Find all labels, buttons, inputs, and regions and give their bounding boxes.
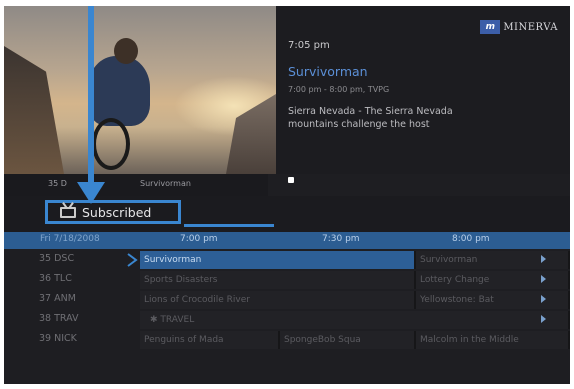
program-cell[interactable]: Survivorman	[416, 251, 570, 269]
pier-left	[4, 46, 64, 174]
mini-program-name: Survivorman	[140, 179, 191, 188]
channel-label[interactable]: 35 DSC	[39, 253, 74, 264]
channel-label[interactable]: 38 TRAV	[39, 313, 79, 324]
guide-date: Fri 7/18/2008	[40, 234, 100, 244]
record-indicator-icon	[288, 177, 294, 183]
program-cell[interactable]: SpongeBob Squa	[280, 331, 416, 349]
program-cell[interactable]: ✱ TRAVEL	[140, 311, 570, 329]
video-preview	[4, 6, 276, 174]
program-cell[interactable]: Lottery Change	[416, 271, 570, 289]
program-cell[interactable]: Sports Disasters	[140, 271, 416, 289]
selection-chevron-icon	[127, 253, 138, 267]
guide-row: 38 TRAV ✱ TRAVEL	[4, 310, 570, 330]
mini-channel-number: 35 D	[48, 179, 67, 188]
tv-screen: m MINERVA 7:05 pm Survivorman 7:00 pm - …	[4, 6, 570, 384]
cyclist-body	[88, 56, 150, 126]
program-info-panel: m MINERVA 7:05 pm Survivorman 7:00 pm - …	[276, 6, 570, 183]
more-arrow-icon	[541, 295, 546, 303]
time-slot: 7:30 pm	[322, 234, 360, 244]
program-cell[interactable]: Malcolm in the Middle	[416, 331, 570, 349]
mini-channel-banner: 35 D Survivorman	[4, 174, 268, 196]
subscribed-filter-button[interactable]: Subscribed	[45, 200, 181, 224]
guide-row: 37 ANM Lions of Crocodile River Yellowst…	[4, 290, 570, 310]
callout-arrow-line	[88, 6, 94, 190]
more-arrow-icon	[541, 315, 546, 323]
program-cell[interactable]: Lions of Crocodile River	[140, 291, 416, 309]
callout-arrow-head	[77, 182, 105, 204]
guide-row: 35 DSC Survivorman Survivorman	[4, 250, 570, 270]
more-arrow-icon	[541, 255, 546, 263]
filter-label: Subscribed	[82, 204, 152, 220]
bicycle-wheel	[92, 118, 130, 170]
channel-label[interactable]: 36 TLC	[39, 273, 72, 284]
program-cell[interactable]: Yellowstone: Bat	[416, 291, 570, 309]
program-time-rating: 7:00 pm - 8:00 pm, TVPG	[288, 85, 390, 94]
program-cell[interactable]: Penguins of Mada	[140, 331, 280, 349]
program-title: Survivorman	[288, 64, 368, 79]
tv-icon	[60, 206, 76, 218]
channel-label[interactable]: 39 NICK	[39, 333, 77, 344]
time-header: Fri 7/18/2008 7:00 pm 7:30 pm 8:00 pm	[4, 232, 570, 249]
guide-row: 39 NICK Penguins of Mada SpongeBob Squa …	[4, 330, 570, 350]
star-icon: ✱	[150, 315, 161, 325]
guide-row: 36 TLC Sports Disasters Lottery Change	[4, 270, 570, 290]
current-time: 7:05 pm	[288, 40, 330, 51]
more-arrow-icon	[541, 275, 546, 283]
channel-label[interactable]: 37 ANM	[39, 293, 76, 304]
cyclist-head	[114, 38, 138, 64]
time-slot: 7:00 pm	[180, 234, 218, 244]
program-title: TRAVEL	[160, 315, 195, 325]
minerva-logo-mark: m	[480, 20, 501, 34]
filter-underline	[184, 224, 274, 227]
minerva-logo-text: MINERVA	[503, 21, 558, 33]
program-description: Sierra Nevada - The Sierra Nevada mounta…	[288, 106, 453, 130]
minerva-logo: m MINERVA	[480, 20, 558, 34]
program-cell[interactable]: Survivorman	[140, 251, 416, 269]
time-slot: 8:00 pm	[452, 234, 490, 244]
